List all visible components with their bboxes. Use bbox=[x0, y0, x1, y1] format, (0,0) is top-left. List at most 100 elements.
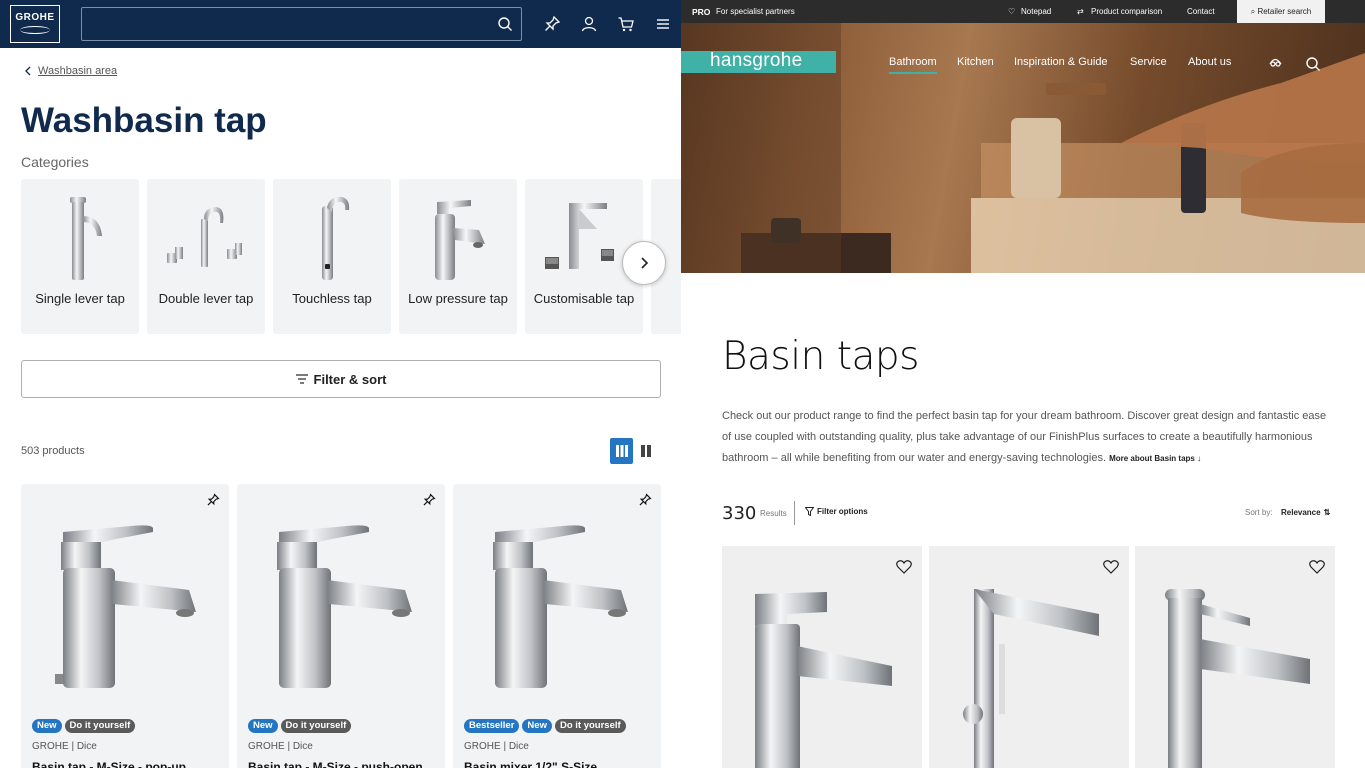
more-link[interactable]: More about Basin taps ↓ bbox=[1109, 454, 1201, 463]
tap-image bbox=[147, 189, 265, 289]
filter-icon bbox=[295, 374, 308, 384]
product-image bbox=[963, 589, 1099, 768]
comparison-link[interactable]: Product comparison bbox=[1091, 7, 1162, 16]
product-card[interactable] bbox=[929, 546, 1129, 768]
pin-icon[interactable] bbox=[206, 493, 220, 507]
category-label: Customisable tap bbox=[533, 291, 635, 306]
page-title: Washbasin tap bbox=[21, 101, 267, 140]
nav-bathroom[interactable]: Bathroom bbox=[889, 56, 937, 74]
sort-label: Sort by: bbox=[1245, 508, 1273, 517]
category-double-lever-tap[interactable]: Double lever tap bbox=[147, 179, 265, 334]
category-label: Single lever tap bbox=[35, 291, 125, 306]
product-name: Basin mixer 1/2" S-Size bbox=[464, 760, 598, 768]
grid-columns-icon bbox=[615, 445, 628, 457]
hansgrohe-logo[interactable]: hansgrohe bbox=[681, 51, 836, 73]
user-icon[interactable] bbox=[580, 15, 598, 33]
badge-new: New bbox=[248, 719, 278, 733]
grid-view-2-button[interactable] bbox=[634, 438, 657, 464]
heart-icon[interactable] bbox=[1103, 560, 1119, 574]
hero-image: hansgrohe Bathroom Kitchen Inspiration &… bbox=[681, 23, 1365, 273]
product-card[interactable] bbox=[1135, 546, 1335, 768]
search-icon[interactable] bbox=[497, 16, 513, 32]
product-brand: GROHE | Dice bbox=[464, 741, 529, 752]
badge-new: New bbox=[522, 719, 552, 733]
funnel-icon bbox=[805, 507, 814, 516]
product-count: 503 products bbox=[21, 445, 85, 457]
product-image bbox=[55, 525, 196, 688]
pin-icon[interactable] bbox=[638, 493, 652, 507]
tap-image bbox=[21, 189, 139, 289]
heart-icon[interactable] bbox=[1309, 560, 1325, 574]
product-card[interactable]: New Do it yourself GROHE | Dice Basin ta… bbox=[237, 484, 445, 768]
product-card[interactable] bbox=[722, 546, 922, 768]
search-input[interactable] bbox=[82, 8, 482, 40]
product-brand: GROHE | Dice bbox=[32, 741, 97, 752]
page-description: Check out our product range to find the … bbox=[722, 406, 1334, 469]
product-name: Basin tap - M-Size - pop-up bbox=[32, 760, 186, 768]
badge-diy: Do it yourself bbox=[554, 719, 626, 733]
breadcrumb-link[interactable]: Washbasin area bbox=[38, 65, 117, 77]
search-icon[interactable] bbox=[1305, 56, 1321, 72]
badge-row: Bestseller New Do it yourself bbox=[464, 719, 626, 733]
product-brand: GROHE | Dice bbox=[248, 741, 313, 752]
pro-label[interactable]: PRO bbox=[692, 7, 710, 17]
product-card[interactable]: Bestseller New Do it yourself GROHE | Di… bbox=[453, 484, 661, 768]
nav-inspiration[interactable]: Inspiration & Guide bbox=[1014, 56, 1108, 68]
filter-options-button[interactable]: Filter options bbox=[805, 507, 868, 516]
chevron-left-icon bbox=[25, 66, 31, 76]
category-label: Low pressure tap bbox=[408, 291, 508, 306]
product-image bbox=[1165, 589, 1310, 768]
heart-icon[interactable] bbox=[896, 560, 912, 574]
grohe-logo[interactable]: GROHE bbox=[10, 5, 60, 43]
filter-sort-label: Filter & sort bbox=[313, 371, 387, 387]
arrow-down-icon: ↓ bbox=[1197, 454, 1202, 463]
sort-select[interactable]: Relevance ⇅ bbox=[1281, 508, 1330, 517]
results-count: 330 bbox=[722, 503, 757, 524]
contact-link[interactable]: Contact bbox=[1187, 7, 1215, 16]
grid-view-3-button[interactable] bbox=[610, 438, 633, 464]
carousel-next-button[interactable] bbox=[622, 241, 666, 285]
sort-arrows-icon: ⇅ bbox=[1323, 508, 1331, 517]
notepad-link[interactable]: Notepad bbox=[1021, 7, 1051, 16]
product-image bbox=[755, 592, 892, 768]
description-text: Check out our product range to find the … bbox=[722, 410, 1327, 464]
grohe-logo-text: GROHE bbox=[15, 12, 55, 23]
grid-columns-2-icon bbox=[640, 445, 651, 457]
pin-icon[interactable] bbox=[543, 15, 561, 33]
nav-about[interactable]: About us bbox=[1188, 56, 1231, 68]
badge-new: New bbox=[32, 719, 62, 733]
drop-icon[interactable] bbox=[1267, 55, 1284, 69]
category-label: Double lever tap bbox=[158, 291, 254, 306]
product-image bbox=[493, 525, 628, 688]
sort-value: Relevance bbox=[1281, 508, 1321, 517]
pro-text[interactable]: For specialist partners bbox=[716, 7, 795, 16]
badge-bestseller: Bestseller bbox=[464, 719, 520, 733]
product-card[interactable]: New Do it yourself GROHE | Dice Basin ta… bbox=[21, 484, 229, 768]
tap-image bbox=[273, 189, 391, 289]
compare-icon: ⇄ bbox=[1077, 7, 1084, 16]
grohe-header: GROHE bbox=[0, 0, 681, 48]
retailer-search-button[interactable]: ⌕ Retailer search bbox=[1237, 0, 1325, 23]
filter-sort-button[interactable]: Filter & sort bbox=[21, 360, 661, 398]
wave-icon bbox=[20, 26, 50, 34]
product-name: Basin tap - M-Size - push-open bbox=[248, 760, 423, 768]
badge-row: New Do it yourself bbox=[248, 719, 352, 733]
heart-outline-icon: ♡ bbox=[1008, 7, 1016, 16]
cart-icon[interactable] bbox=[617, 15, 635, 33]
category-single-lever-tap[interactable]: Single lever tap bbox=[21, 179, 139, 334]
menu-icon[interactable] bbox=[654, 15, 672, 33]
tap-image bbox=[399, 189, 517, 289]
nav-service[interactable]: Service bbox=[1130, 56, 1167, 68]
badge-row: New Do it yourself bbox=[32, 719, 136, 733]
category-label: Touchless tap bbox=[292, 291, 372, 306]
more-link-label: More about Basin taps bbox=[1109, 454, 1195, 463]
breadcrumb: Washbasin area bbox=[24, 65, 117, 77]
badge-diy: Do it yourself bbox=[64, 719, 136, 733]
top-bar: PRO For specialist partners ♡ Notepad ⇄ … bbox=[681, 0, 1365, 23]
category-touchless-tap[interactable]: Touchless tap bbox=[273, 179, 391, 334]
nav-kitchen[interactable]: Kitchen bbox=[957, 56, 994, 68]
pin-icon[interactable] bbox=[422, 493, 436, 507]
category-low-pressure-tap[interactable]: Low pressure tap bbox=[399, 179, 517, 334]
hansgrohe-page: PRO For specialist partners ♡ Notepad ⇄ … bbox=[681, 0, 1365, 768]
page-title: Basin taps bbox=[722, 334, 919, 379]
